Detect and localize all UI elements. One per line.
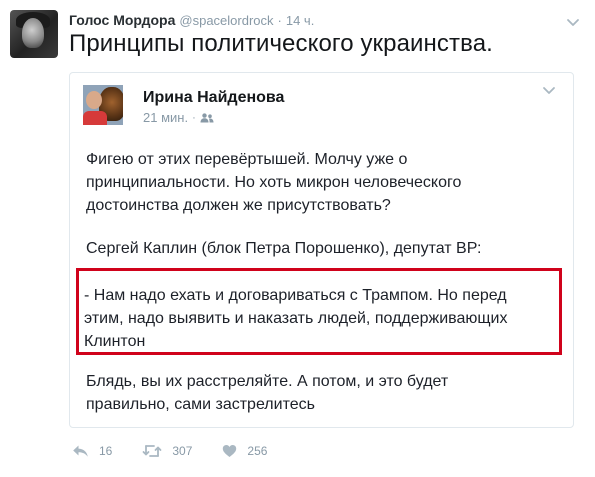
- like-count: 256: [247, 444, 268, 458]
- like-icon: [222, 444, 237, 458]
- text-line: Сергей Каплин (блок Петра Порошенко), де…: [86, 240, 482, 257]
- tweet-actions: 16 307 256: [72, 442, 297, 460]
- text-line: Фигею от этих перевёртышей. Молчу уже о: [86, 151, 408, 168]
- tweet-text: Принципы политического украинства.: [69, 30, 493, 57]
- reply-icon: [72, 444, 89, 458]
- quoted-post-card[interactable]: Ирина Найденова 21 мин. · Фигею от этих …: [69, 72, 574, 428]
- text-line: достоинства должен же присутствовать?: [86, 197, 391, 214]
- quoted-paragraph: Сергей Каплин (блок Петра Порошенко), де…: [86, 237, 482, 260]
- text-line: Блядь, вы их расстреляйте. А потом, и эт…: [86, 373, 449, 390]
- text-line: правильно, сами застрелитесь: [86, 396, 315, 413]
- tweet-header: Голос Мордора @spacelordrock · 14 ч.: [69, 12, 314, 30]
- text-line: - Нам надо ехать и договариваться с Трам…: [84, 287, 507, 304]
- quoted-post-time[interactable]: 21 мин.: [143, 110, 188, 125]
- quoted-paragraph: Блядь, вы их расстреляйте. А потом, и эт…: [86, 370, 448, 416]
- retweet-button[interactable]: 307: [142, 444, 192, 458]
- text-line: Клинтон: [84, 333, 146, 350]
- quoted-author-avatar[interactable]: [83, 85, 123, 125]
- highlighted-quote: - Нам надо ехать и договариваться с Трам…: [84, 284, 507, 353]
- quoted-post-meta: 21 мин. ·: [143, 110, 214, 125]
- separator-dot: ·: [277, 13, 282, 28]
- separator-dot: ·: [192, 111, 196, 124]
- friends-icon: [200, 112, 214, 123]
- chevron-down-icon[interactable]: [566, 15, 580, 29]
- author-handle[interactable]: @spacelordrock: [179, 13, 273, 28]
- like-button[interactable]: 256: [222, 444, 267, 458]
- text-line: принципиальности. Но хоть микрон человеч…: [86, 174, 462, 191]
- reply-button[interactable]: 16: [72, 444, 112, 458]
- tweet: Голос Мордора @spacelordrock · 14 ч. При…: [0, 0, 595, 477]
- text-line: этим, надо выявить и наказать людей, под…: [84, 310, 508, 327]
- quoted-paragraph: Фигею от этих перевёртышей. Молчу уже о …: [86, 148, 461, 217]
- quoted-author-name[interactable]: Ирина Найденова: [143, 89, 284, 107]
- chevron-down-icon[interactable]: [542, 83, 556, 97]
- tweet-time[interactable]: 14 ч.: [286, 13, 314, 28]
- author-name[interactable]: Голос Мордора: [69, 12, 175, 28]
- retweet-count: 307: [172, 444, 193, 458]
- reply-count: 16: [99, 444, 113, 458]
- author-avatar[interactable]: [10, 10, 58, 58]
- retweet-icon: [142, 444, 162, 458]
